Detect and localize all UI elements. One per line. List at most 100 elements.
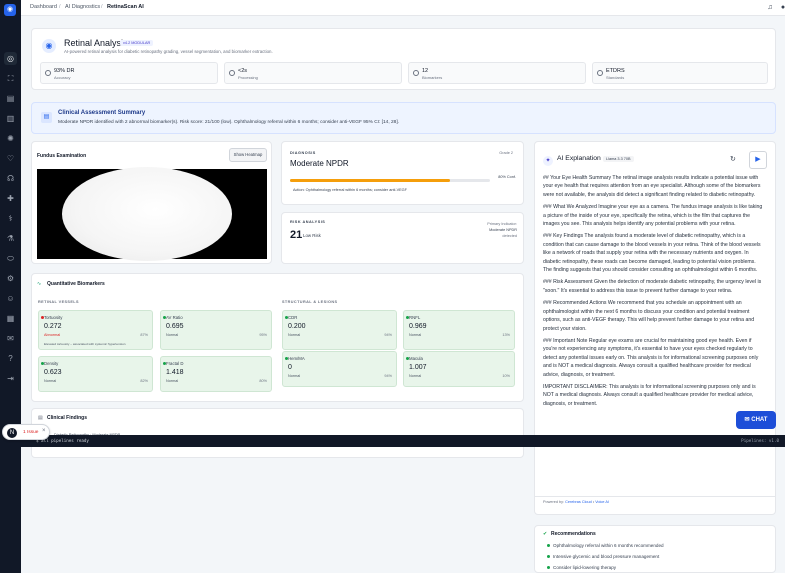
metric-percentile: 95% bbox=[259, 333, 267, 337]
diagnosis-value: Moderate NPDR bbox=[290, 159, 349, 168]
clipboard-icon: ▤ bbox=[41, 112, 52, 123]
stat-label: Standards bbox=[606, 75, 625, 80]
chat-label: CHAT bbox=[751, 417, 768, 423]
metric-name: Macula bbox=[409, 356, 423, 361]
breadcrumb-separator: / bbox=[101, 4, 103, 10]
stat-biomarkers: 12 Biomarkers bbox=[408, 62, 586, 84]
metric-percentile: 94% bbox=[384, 374, 392, 378]
stat-accuracy: 93% DR Accuracy bbox=[40, 62, 218, 84]
sparkle-icon: ✦ bbox=[543, 156, 553, 166]
pill-icon[interactable]: ⬭ bbox=[4, 252, 17, 265]
risk-level: Low Risk bbox=[303, 233, 321, 238]
metric-value: 0.272 bbox=[44, 323, 62, 330]
metric-name: Density bbox=[44, 361, 59, 366]
chart-icon[interactable]: ▥ bbox=[4, 112, 17, 125]
metric-value: 1.007 bbox=[409, 364, 427, 371]
scan-icon[interactable]: ⛶ bbox=[4, 72, 17, 85]
metric-av-ratio[interactable]: AV Ratio 0.695 Normal 95% bbox=[160, 310, 272, 350]
calendar-icon[interactable]: ▦ bbox=[4, 312, 17, 325]
recommendation-text: Intensive glycemic and blood pressure ma… bbox=[553, 554, 660, 559]
recommendation-item: Ophthalmology referral within 6 months r… bbox=[547, 543, 664, 548]
metric-macula[interactable]: Macula 1.007 Normal 10% bbox=[403, 351, 515, 387]
summary-title: Clinical Assessment Summary bbox=[58, 110, 146, 116]
model-badge: Llama 3.3 70B bbox=[603, 156, 634, 162]
powered-by: Powered by: Cerebras Cloud • Voice AI bbox=[543, 500, 609, 504]
version-badge: v4.2 MODULAR bbox=[120, 40, 154, 46]
activity-icon: ∿ bbox=[37, 281, 42, 287]
heart-icon[interactable]: ♡ bbox=[4, 152, 17, 165]
ai-paragraph: ### Recommended Actions We recommend tha… bbox=[543, 300, 755, 332]
primary-indicator-label: Primary Indicator: bbox=[487, 222, 517, 226]
stat-label: Biomarkers bbox=[422, 75, 443, 80]
eye-icon[interactable]: ◎ bbox=[4, 52, 17, 65]
stat-standards: ETDRS Standards bbox=[592, 62, 768, 84]
metric-density[interactable]: Density 0.623 Normal 82% bbox=[38, 356, 153, 392]
metric-value: 0.969 bbox=[409, 323, 427, 330]
message-icon[interactable]: ✉ bbox=[4, 332, 17, 345]
ai-paragraph: ## Your Eye Health Summary The retinal i… bbox=[543, 175, 761, 198]
confidence-value: 80% Conf. bbox=[498, 175, 516, 179]
metric-hem-ma[interactable]: Hem/MA 0 Normal 94% bbox=[282, 351, 397, 387]
lungs-icon[interactable]: ☊ bbox=[4, 172, 17, 185]
recommendation-item: Consider lipid-lowering therapy bbox=[547, 565, 616, 570]
stat-label: Accuracy bbox=[54, 75, 71, 80]
metric-cdr[interactable]: CDR 0.200 Normal 94% bbox=[282, 310, 397, 350]
metric-rnfl[interactable]: RNFL 0.969 Normal 13% bbox=[403, 310, 515, 350]
biomarkers-title: Quantitative Biomarkers bbox=[47, 281, 105, 287]
bone-icon[interactable]: ✚ bbox=[4, 192, 17, 205]
breadcrumb-current: RetinaScan AI bbox=[107, 4, 144, 10]
show-heatmap-button[interactable]: Show Heatmap bbox=[229, 148, 267, 162]
risk-card: RISK ANALYSIS 21 Low Risk Primary Indica… bbox=[281, 212, 524, 264]
fundus-title: Fundus Examination bbox=[37, 153, 87, 159]
microscope-icon[interactable]: ⚗ bbox=[4, 232, 17, 245]
risk-label: RISK ANALYSIS bbox=[290, 220, 326, 224]
confidence-fill bbox=[290, 179, 450, 182]
chat-button[interactable]: ✉ CHAT bbox=[736, 411, 776, 429]
play-audio-icon[interactable]: ▶ bbox=[749, 151, 767, 169]
page-title: Retinal Analysis bbox=[64, 38, 128, 48]
bullet-icon bbox=[547, 566, 550, 570]
refresh-icon[interactable]: ↻ bbox=[730, 155, 736, 163]
breadcrumb-ai-diagnostics[interactable]: AI Diagnostics bbox=[65, 4, 100, 10]
structural-header: STRUCTURAL & LESIONS bbox=[282, 300, 338, 304]
ai-paragraph: ### What We Analyzed Imagine your eye as… bbox=[543, 204, 763, 228]
bell-icon[interactable]: ♫ bbox=[766, 4, 774, 12]
metric-status: Abnormal bbox=[44, 333, 61, 337]
metric-status: Normal bbox=[409, 333, 422, 337]
metric-tortuosity[interactable]: Tortuosity 0.272 Abnormal 87% Elevated t… bbox=[38, 310, 153, 350]
stat-value: ETDRS bbox=[606, 68, 625, 74]
stat-value: 12 bbox=[422, 68, 429, 74]
divider bbox=[534, 496, 776, 497]
activity-icon bbox=[413, 70, 419, 76]
logout-icon[interactable]: ⇥ bbox=[4, 372, 17, 385]
users-icon[interactable]: ☺ bbox=[4, 292, 17, 305]
breadcrumb-dashboard[interactable]: Dashboard bbox=[30, 4, 57, 10]
ai-paragraph: ### Important Note Regular eye exams are… bbox=[543, 337, 759, 378]
metric-percentile: 13% bbox=[502, 333, 510, 337]
app-logo-icon[interactable]: ◉ bbox=[4, 4, 16, 16]
recommendation-text: Ophthalmology referral within 6 months r… bbox=[553, 543, 664, 548]
diagnosis-label: DIAGNOSIS bbox=[290, 151, 316, 155]
powered-by-link[interactable]: Voice AI bbox=[595, 500, 609, 504]
settings-icon[interactable]: ⚙ bbox=[4, 272, 17, 285]
document-icon[interactable]: ▤ bbox=[4, 92, 17, 105]
metric-value: 0.695 bbox=[166, 323, 184, 330]
issue-badge[interactable]: N 1 Issue × bbox=[2, 424, 50, 440]
close-icon[interactable]: × bbox=[42, 428, 46, 434]
powered-by-link[interactable]: Cerebras Cloud bbox=[565, 500, 592, 504]
stat-value: 93% DR bbox=[54, 68, 75, 74]
confidence-bar bbox=[290, 179, 490, 182]
risk-score: 21 bbox=[290, 229, 303, 241]
metric-value: 0 bbox=[288, 364, 292, 371]
grade-label: Grade 2 bbox=[499, 151, 513, 155]
help-icon[interactable]: ? bbox=[4, 352, 17, 365]
brain-icon[interactable]: ✺ bbox=[4, 132, 17, 145]
next-logo-icon: N bbox=[7, 428, 17, 438]
biomarkers-card: ∿ Quantitative Biomarkers RETINAL VESSEL… bbox=[31, 273, 524, 402]
metric-name: CDR bbox=[288, 315, 298, 320]
user-icon[interactable]: ● bbox=[779, 4, 785, 12]
dna-icon[interactable]: ⚕ bbox=[4, 212, 17, 225]
metric-fractal-d[interactable]: Fractal D 1.418 Normal 80% bbox=[160, 356, 272, 392]
metric-name: Fractal D bbox=[166, 361, 184, 366]
clinical-findings-card: ▤ Clinical Findings Diabetic Retinopathy… bbox=[31, 408, 524, 458]
